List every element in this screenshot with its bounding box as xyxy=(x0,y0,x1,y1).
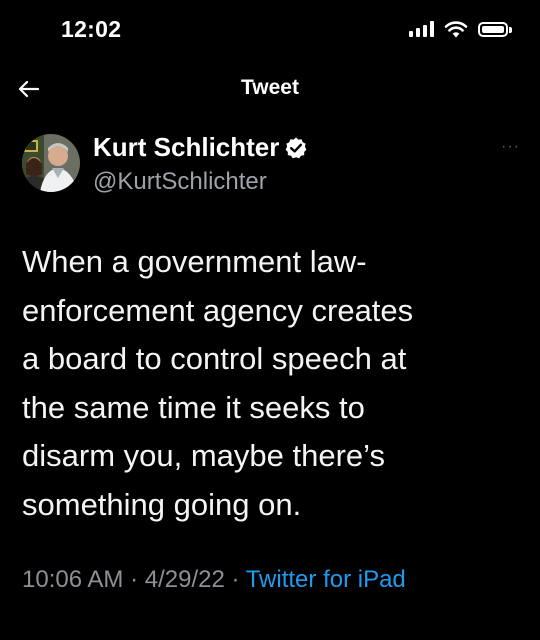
tweet-time[interactable]: 10:06 AM xyxy=(22,566,123,593)
nav-header: Tweet xyxy=(0,62,540,114)
page-title: Tweet xyxy=(241,76,299,99)
display-name: Kurt Schlichter xyxy=(93,132,280,162)
meta-separator: · xyxy=(224,566,246,593)
tweet-source-link[interactable]: Twitter for iPad xyxy=(246,566,406,593)
avatar-image xyxy=(22,134,80,192)
avatar[interactable] xyxy=(22,134,80,192)
status-icons xyxy=(409,20,512,38)
author-name-link[interactable]: Kurt Schlichter xyxy=(93,132,308,163)
tweet-date[interactable]: 4/29/22 xyxy=(145,566,225,593)
tweet-author: Kurt Schlichter @KurtSchlichter ··· xyxy=(22,130,522,200)
author-handle[interactable]: @KurtSchlichter xyxy=(93,168,267,196)
tweet-text: When a government law- enforcement agenc… xyxy=(22,244,414,522)
more-options-button[interactable]: ··· xyxy=(501,138,520,156)
tweet-meta: 10:06 AM · 4/29/22 · Twitter for iPad xyxy=(22,566,406,594)
status-bar: 12:02 xyxy=(0,0,540,62)
verified-badge-icon xyxy=(285,137,307,158)
battery-icon xyxy=(478,21,512,37)
status-time: 12:02 xyxy=(61,16,122,42)
wifi-icon xyxy=(444,21,468,38)
cellular-signal-icon xyxy=(409,21,434,37)
meta-separator: · xyxy=(123,566,145,593)
